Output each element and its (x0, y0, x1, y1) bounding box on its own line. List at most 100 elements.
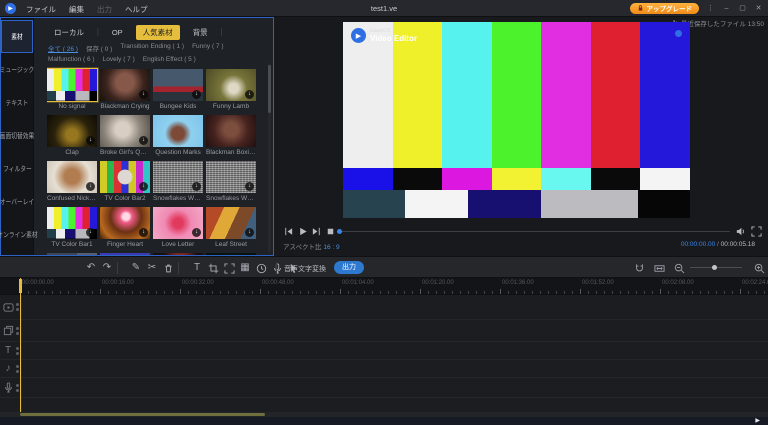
zoom-in-icon[interactable] (753, 262, 765, 274)
thumbnail[interactable] (47, 253, 97, 255)
thumbnail[interactable] (206, 115, 256, 147)
step-forward-icon[interactable] (311, 226, 322, 237)
download-icon[interactable]: ↓ (86, 228, 95, 237)
list-item[interactable] (47, 253, 97, 255)
thumbnail[interactable]: ↓ (153, 69, 203, 101)
timeline-zoom-handle[interactable] (712, 265, 717, 270)
maximize-button[interactable]: ▢ (738, 4, 747, 12)
voiceover-icon[interactable] (271, 262, 283, 274)
more-button[interactable]: ⋮ (706, 4, 715, 12)
sidebar-item-3[interactable]: テキスト (1, 86, 33, 119)
download-icon[interactable]: ↓ (192, 228, 201, 237)
tab-2[interactable]: OP (105, 26, 130, 39)
text-icon[interactable]: T (191, 262, 203, 274)
overlay-track[interactable] (0, 320, 768, 342)
track-toggle-icon[interactable] (16, 383, 19, 387)
list-item[interactable]: ↓ Snowflakes White1 (206, 161, 256, 203)
track-toggle-icon[interactable] (16, 308, 19, 311)
list-item[interactable] (206, 253, 256, 255)
download-icon[interactable]: ↓ (139, 136, 148, 145)
thumbnail[interactable]: ↓ (100, 115, 150, 147)
thumbnail[interactable] (153, 115, 203, 147)
list-item[interactable]: ↓ Leaf Street (206, 207, 256, 249)
tab-4[interactable]: 背景 (186, 25, 215, 40)
list-item[interactable]: ↓ Finger Heart (100, 207, 150, 249)
list-item[interactable]: ↓ Blackman Crying (100, 69, 150, 111)
sidebar-item-1[interactable]: 素材 (1, 20, 33, 53)
download-icon[interactable]: ↓ (139, 182, 148, 191)
zoom-out-icon[interactable] (673, 262, 685, 274)
thumbnail[interactable]: ↓ (153, 207, 203, 239)
mosaic-icon[interactable]: ▦ (239, 262, 251, 274)
track-toggle-icon[interactable] (16, 351, 19, 355)
duration-icon[interactable] (255, 262, 267, 274)
menu-4[interactable]: ヘルプ (125, 5, 148, 14)
thumbnail[interactable] (47, 68, 98, 102)
sidebar-item-6[interactable]: オーバーレイ (0, 185, 34, 218)
thumbnail[interactable]: ↓ (47, 207, 97, 239)
list-item[interactable]: Question Marks (153, 115, 203, 157)
mic-track-icon[interactable] (2, 382, 14, 394)
thumbnail[interactable]: ↓ (100, 69, 150, 101)
undo-icon[interactable]: ↶ (85, 262, 97, 274)
list-item[interactable]: Blackman Boxing Sm... (206, 115, 256, 157)
aspect-ratio[interactable]: アスペクト比 16 : 9 (283, 241, 340, 251)
filter-link-6[interactable]: Lovely ( 7 ) (103, 56, 135, 63)
export-button[interactable]: 出力 (334, 261, 364, 274)
thumbnail[interactable]: ↓ (47, 115, 97, 147)
music-track[interactable]: ♪ (0, 360, 768, 378)
split-icon[interactable]: ✂ (146, 262, 158, 274)
menu-2[interactable]: 編集 (69, 5, 84, 14)
library-scrollbar[interactable] (268, 63, 271, 253)
list-item[interactable]: ↓ Funny Lamb (206, 69, 256, 111)
voiceover-track[interactable] (0, 378, 768, 398)
list-item[interactable]: ↓ TV Color Bar2 (100, 161, 150, 203)
overlay-track-icon[interactable] (2, 325, 14, 337)
library-scroll-thumb[interactable] (268, 65, 271, 113)
download-icon[interactable]: ↓ (139, 228, 148, 237)
track-toggle-icon[interactable] (16, 331, 19, 335)
filter-link-1[interactable]: 全て ( 26 ) (48, 43, 78, 53)
thumbnail[interactable]: ↓ (100, 207, 150, 239)
video-track-icon[interactable] (2, 301, 14, 313)
delete-icon[interactable] (162, 262, 174, 274)
list-item[interactable]: ↓ Love Letter (153, 207, 203, 249)
thumbnail[interactable] (100, 253, 150, 255)
thumbnail[interactable]: ↓ (206, 69, 256, 101)
list-item[interactable]: ↓ TV Color Bar1 (47, 207, 97, 249)
track-toggle-icon[interactable] (16, 303, 19, 306)
thumbnail[interactable]: ↓ (47, 161, 97, 193)
tab-3[interactable]: 人気素材 (135, 25, 180, 40)
sidebar-item-4[interactable]: 画面切替効果 (0, 119, 34, 152)
fullscreen-icon[interactable] (751, 226, 762, 237)
stop-icon[interactable] (325, 226, 336, 237)
tab-1[interactable]: ローカル (47, 25, 91, 40)
download-icon[interactable]: ↓ (86, 136, 95, 145)
sidebar-item-2[interactable]: ミュージック (0, 53, 34, 86)
sidebar-item-5[interactable]: フィルター (1, 152, 33, 185)
filter-link-3[interactable]: Transition Ending ( 1 ) (120, 43, 184, 53)
timeline-zoom-slider[interactable] (690, 265, 742, 270)
track-toggle-icon[interactable] (16, 369, 19, 373)
redo-icon[interactable]: ↷ (101, 262, 113, 274)
step-back-icon[interactable] (283, 226, 294, 237)
list-item[interactable]: ↓ Clap (47, 115, 97, 157)
timeline-hscroll-thumb[interactable] (20, 413, 265, 416)
track-toggle-icon[interactable] (16, 388, 19, 392)
list-item[interactable] (153, 253, 203, 255)
download-icon[interactable]: ↓ (86, 182, 95, 191)
filter-link-4[interactable]: Funny ( 7 ) (192, 43, 223, 53)
list-item[interactable]: ↓ Bungee Kids (153, 69, 203, 111)
timeline-expand-arrow-icon[interactable]: ▶ (755, 418, 760, 424)
download-icon[interactable]: ↓ (192, 90, 201, 99)
thumbnail[interactable]: ↓ (206, 161, 256, 193)
thumbnail[interactable]: ↓ (206, 207, 256, 239)
list-item[interactable]: No signal (47, 68, 98, 111)
list-item[interactable] (100, 253, 150, 255)
list-item[interactable]: ↓ Snowflakes White2 (153, 161, 203, 203)
track-toggle-icon[interactable] (16, 346, 19, 350)
list-item[interactable]: ↓ Broke Girl's Question... (100, 115, 150, 157)
minimize-button[interactable]: – (722, 5, 731, 12)
fit-timeline-icon[interactable] (653, 262, 665, 274)
seek-handle[interactable] (337, 229, 342, 234)
